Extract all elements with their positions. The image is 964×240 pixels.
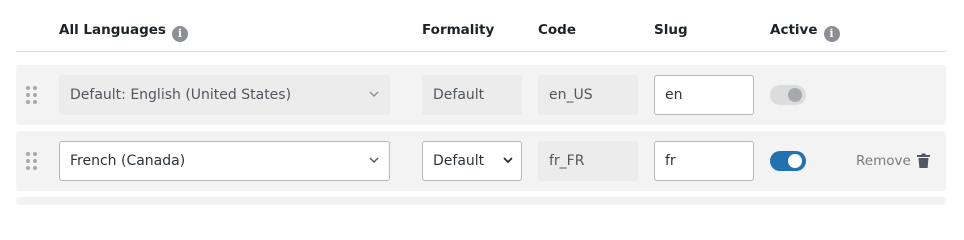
french-formality-value: Default <box>433 153 485 169</box>
trash-icon <box>916 153 930 168</box>
all-languages-header: All Languages i <box>59 21 188 42</box>
default-code-field: en_US <box>538 75 638 115</box>
active-header-label: Active <box>770 22 818 38</box>
default-active-toggle <box>770 85 806 105</box>
default-slug-value: en <box>665 87 683 103</box>
remove-label: Remove <box>856 153 911 169</box>
default-formality-field: Default <box>422 75 522 115</box>
code-header: Code <box>538 22 577 38</box>
french-language-value: French (Canada) <box>70 153 186 169</box>
active-header: Active i <box>770 21 840 42</box>
chevron-down-icon <box>369 157 379 163</box>
default-formality-value: Default <box>433 87 485 103</box>
default-code-value: en_US <box>549 87 593 103</box>
language-row-default: Default: English (United States) Default… <box>16 65 946 125</box>
default-language-value: Default: English (United States) <box>70 87 292 103</box>
language-row-partial <box>16 197 946 205</box>
all-languages-header-label: All Languages <box>59 22 166 38</box>
language-row-french: French (Canada) Default fr_FR fr Remove <box>16 131 946 191</box>
french-code-value: fr_FR <box>549 153 585 169</box>
formality-header: Formality <box>422 22 495 38</box>
chevron-down-icon <box>503 157 513 164</box>
drag-handle-icon[interactable] <box>26 152 38 172</box>
drag-handle-icon[interactable] <box>26 86 38 106</box>
info-icon[interactable]: i <box>823 26 840 42</box>
info-icon[interactable]: i <box>171 26 188 42</box>
french-language-select[interactable]: French (Canada) <box>59 141 390 181</box>
toggle-knob <box>788 154 802 168</box>
french-slug-input[interactable]: fr <box>654 141 754 181</box>
french-formality-select[interactable]: Default <box>422 141 522 181</box>
french-active-toggle[interactable] <box>770 151 806 171</box>
header-divider <box>16 51 946 52</box>
default-language-select: Default: English (United States) <box>59 75 390 115</box>
default-slug-input[interactable]: en <box>654 75 754 115</box>
toggle-knob <box>788 88 802 102</box>
language-table-header: All Languages i Formality Code Slug Activ… <box>0 0 964 52</box>
french-slug-value: fr <box>665 153 676 169</box>
remove-language-button[interactable]: Remove <box>856 152 930 170</box>
slug-header: Slug <box>654 22 688 38</box>
chevron-down-icon <box>369 91 379 97</box>
french-code-field: fr_FR <box>538 141 638 181</box>
